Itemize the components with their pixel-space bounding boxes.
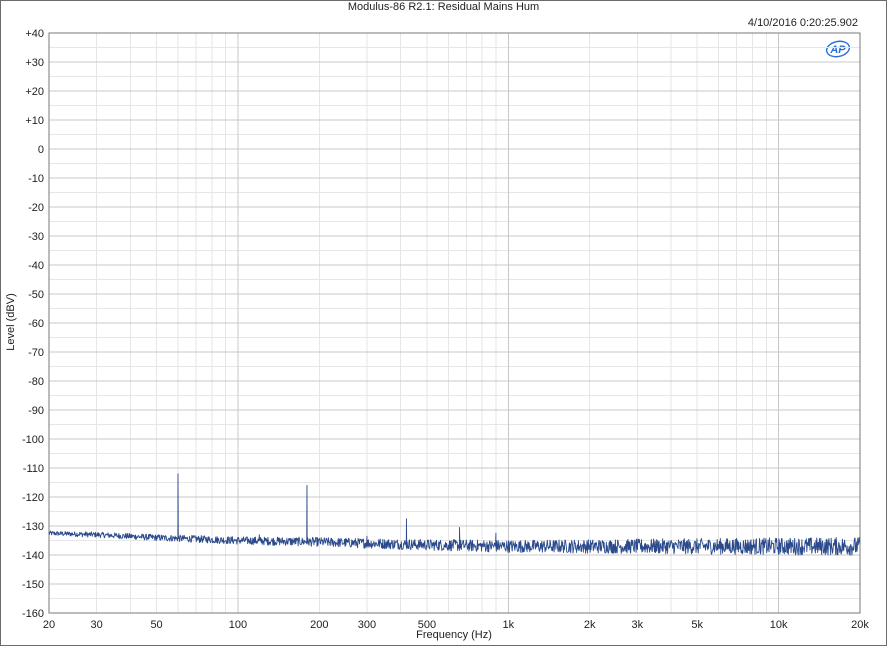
grid-major <box>49 32 860 614</box>
y-tick-label: +10 <box>25 115 44 127</box>
y-tick-labels: +40 +30 +20 +10 0 -10 -20 -30 -40 -50 -60 -70 -80 -90… <box>22 28 44 620</box>
y-tick-label: -20 <box>28 202 44 214</box>
y-tick-label: -120 <box>22 492 44 504</box>
y-tick-label: -50 <box>28 289 44 301</box>
x-tick-label: 3k <box>631 619 643 631</box>
y-tick-label: -90 <box>28 405 44 417</box>
x-tick-label: 200 <box>310 619 328 631</box>
x-tick-label: 500 <box>418 619 436 631</box>
y-tick-label: +20 <box>25 86 44 98</box>
y-tick-label: -150 <box>22 579 44 591</box>
x-tick-label: 300 <box>358 619 376 631</box>
y-tick-label: -140 <box>22 550 44 562</box>
y-tick-label: -80 <box>28 376 44 388</box>
series-trace <box>48 473 861 556</box>
x-tick-label: 10k <box>770 619 788 631</box>
y-tick-label: -30 <box>28 231 44 243</box>
x-tick-label: 1k <box>502 619 514 631</box>
y-tick-label: -10 <box>28 173 44 185</box>
y-tick-label: -130 <box>22 521 44 533</box>
y-tick-label: -60 <box>28 318 44 330</box>
y-tick-label: -160 <box>22 608 44 620</box>
x-tick-labels: 20 30 50 100 200 300 500 1k 2k 3k 5k 10k 20k <box>43 619 869 631</box>
x-tick-label: 100 <box>229 619 247 631</box>
x-tick-label: 5k <box>691 619 703 631</box>
y-tick-label: -110 <box>23 463 44 475</box>
y-tick-label: +30 <box>25 57 44 69</box>
x-tick-label: 50 <box>150 619 162 631</box>
x-tick-label: 30 <box>90 619 102 631</box>
y-tick-label: -40 <box>28 260 44 272</box>
x-tick-label: 20 <box>43 619 55 631</box>
y-tick-label: -100 <box>22 434 44 446</box>
x-tick-label: 2k <box>584 619 596 631</box>
y-tick-label: +40 <box>25 28 44 40</box>
y-tick-label: -70 <box>28 347 44 359</box>
spectrum-plot: 20 30 50 100 200 300 500 1k 2k 3k 5k 10k 20k +40+30+… <box>22 28 869 631</box>
x-tick-label: 20k <box>851 619 869 631</box>
y-tick-label: 0 <box>38 144 44 156</box>
